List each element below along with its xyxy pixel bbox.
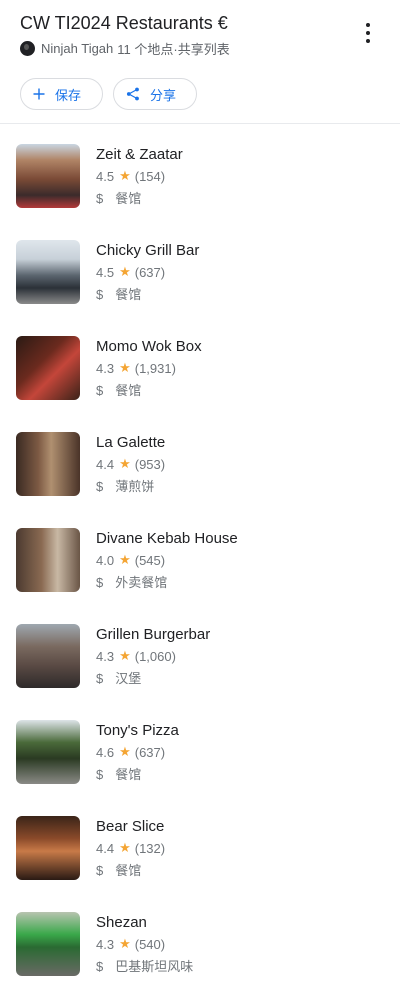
place-rating: 4.3 ★ (1,931) [96, 360, 176, 376]
place-name: Grillen Burgerbar [96, 626, 211, 643]
place-name: Chicky Grill Bar [96, 242, 200, 259]
more-options-button[interactable] [356, 22, 380, 44]
place-name: Divane Kebab House [96, 530, 238, 547]
place-item[interactable]: Zeit & Zaatar 4.5 ★ (154) $ 餐馆 [0, 144, 400, 240]
share-icon [126, 87, 140, 101]
place-category: $ 汉堡 [96, 671, 142, 686]
place-item[interactable]: La Galette 4.4 ★ (953) $ 薄煎饼 [0, 432, 400, 528]
place-rating: 4.3 ★ (540) [96, 936, 166, 952]
header-divider [0, 123, 400, 124]
place-category: $ 薄煎饼 [96, 479, 155, 494]
place-name: Shezan [96, 914, 147, 931]
list-title: CW TI2024 Restaurants € [20, 13, 228, 33]
place-name: Momo Wok Box [96, 338, 202, 355]
place-item[interactable]: Grillen Burgerbar 4.3 ★ (1,060) $ 汉堡 [0, 624, 400, 720]
star-icon: ★ [119, 552, 131, 567]
place-name: La Galette [96, 434, 166, 451]
place-photo[interactable] [16, 720, 80, 784]
place-photo[interactable] [16, 624, 80, 688]
place-photo[interactable] [16, 816, 80, 880]
star-icon: ★ [119, 744, 131, 759]
save-button[interactable]: 保存 [20, 78, 103, 110]
list-subtitle: Ninjah Tigah 11 个地点·共享列表 [20, 39, 230, 58]
place-photo[interactable] [16, 912, 80, 976]
star-icon: ★ [119, 360, 131, 375]
star-icon: ★ [119, 840, 131, 855]
place-photo[interactable] [16, 240, 80, 304]
star-icon: ★ [119, 648, 131, 663]
place-category: $ 餐馆 [96, 191, 142, 206]
place-category: $ 外卖餐馆 [96, 575, 168, 590]
place-photo[interactable] [16, 528, 80, 592]
place-item[interactable]: Tony's Pizza 4.6 ★ (637) $ 餐馆 [0, 720, 400, 816]
star-icon: ★ [119, 168, 131, 183]
place-rating: 4.6 ★ (637) [96, 744, 166, 760]
plus-icon [33, 88, 45, 100]
place-rating: 4.5 ★ (637) [96, 264, 166, 280]
more-vert-icon [366, 23, 370, 27]
place-photo[interactable] [16, 432, 80, 496]
place-name: Tony's Pizza [96, 722, 179, 739]
place-photo[interactable] [16, 336, 80, 400]
save-label: 保存 [55, 87, 82, 103]
place-rating: 4.4 ★ (953) [96, 456, 166, 472]
place-item[interactable]: Shezan 4.3 ★ (540) $ 巴基斯坦风味 [0, 912, 400, 1008]
place-category: $ 餐馆 [96, 383, 142, 398]
place-rating: 4.4 ★ (132) [96, 840, 166, 856]
place-item[interactable]: Chicky Grill Bar 4.5 ★ (637) $ 餐馆 [0, 240, 400, 336]
place-item[interactable]: Bear Slice 4.4 ★ (132) $ 餐馆 [0, 816, 400, 912]
list-header: CW TI2024 Restaurants € Ninjah Tigah 11 … [0, 0, 400, 124]
place-photo[interactable] [16, 144, 80, 208]
star-icon: ★ [119, 936, 131, 951]
place-name: Bear Slice [96, 818, 165, 835]
place-category: $ 巴基斯坦风味 [96, 959, 194, 974]
share-button[interactable]: 分享 [113, 78, 197, 110]
place-rating: 4.3 ★ (1,060) [96, 648, 176, 664]
star-icon: ★ [119, 456, 131, 471]
place-category: $ 餐馆 [96, 863, 142, 878]
place-rating: 4.0 ★ (545) [96, 552, 166, 568]
place-item[interactable]: Divane Kebab House 4.0 ★ (545) $ 外卖餐馆 [0, 528, 400, 624]
place-category: $ 餐馆 [96, 287, 142, 302]
star-icon: ★ [119, 264, 131, 279]
share-label: 分享 [150, 87, 177, 103]
place-rating: 4.5 ★ (154) [96, 168, 166, 184]
place-item[interactable]: Momo Wok Box 4.3 ★ (1,931) $ 餐馆 [0, 336, 400, 432]
place-category: $ 餐馆 [96, 767, 142, 782]
list-meta: 11 个地点·共享列表 [117, 42, 230, 57]
place-name: Zeit & Zaatar [96, 146, 183, 163]
owner-name[interactable]: Ninjah Tigah [41, 41, 113, 56]
avatar[interactable] [20, 41, 35, 56]
